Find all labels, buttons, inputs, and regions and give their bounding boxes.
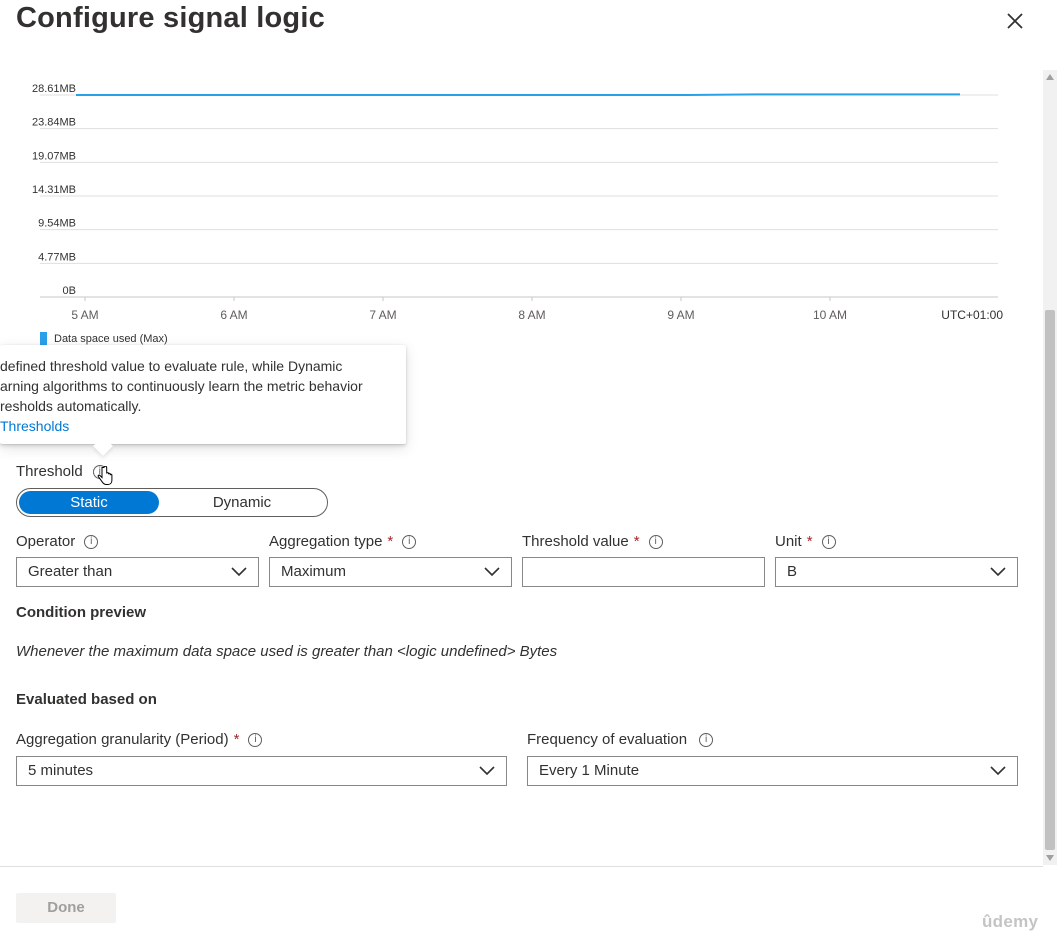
scroll-down-arrow-icon[interactable]: [1046, 855, 1054, 861]
thresholds-link[interactable]: Thresholds: [0, 418, 69, 434]
info-icon[interactable]: i: [648, 534, 663, 549]
threshold-value-label: Threshold value: [522, 533, 629, 550]
aggregation-type-label-row: Aggregation type * i: [269, 533, 417, 550]
series-line-data-space-used: [76, 93, 960, 96]
info-icon[interactable]: i: [402, 534, 417, 549]
x-tick-label: 5 AM: [71, 308, 98, 322]
panel-title: Configure signal logic: [16, 2, 325, 34]
legend-swatch: [40, 332, 47, 346]
y-tick-label: 9.54MB: [38, 218, 76, 230]
done-button[interactable]: Done: [16, 893, 116, 923]
x-tick-label: 6 AM: [220, 308, 247, 322]
chevron-down-icon: [484, 567, 500, 577]
unit-label: Unit: [775, 533, 802, 550]
frequency-value: Every 1 Minute: [539, 762, 640, 779]
dynamic-option[interactable]: Dynamic: [167, 491, 317, 514]
tooltip-line: resholds automatically.: [0, 398, 142, 414]
chevron-down-icon: [990, 567, 1006, 577]
y-tick-label: 19.07MB: [32, 150, 76, 162]
granularity-label-row: Aggregation granularity (Period) * i: [16, 731, 263, 748]
chevron-down-icon: [990, 766, 1006, 776]
unit-value: B: [787, 563, 798, 580]
frequency-label-row: Frequency of evaluation i: [527, 731, 714, 748]
threshold-info-tooltip: defined threshold value to evaluate rule…: [0, 345, 406, 456]
x-tick-label: 10 AM: [813, 308, 847, 322]
scrollbar-thumb[interactable]: [1045, 310, 1055, 850]
aggregation-type-label: Aggregation type: [269, 533, 383, 550]
x-tick-label: 7 AM: [369, 308, 396, 322]
threshold-label: Threshold: [16, 463, 83, 480]
required-asterisk: *: [806, 533, 813, 550]
evaluated-heading: Evaluated based on: [16, 691, 157, 708]
aggregation-type-value: Maximum: [281, 563, 347, 580]
chevron-down-icon: [231, 567, 247, 577]
tooltip-beak: [93, 436, 113, 456]
x-tick-label: 9 AM: [667, 308, 694, 322]
threshold-label-row: Threshold i: [16, 463, 107, 480]
threshold-type-toggle[interactable]: Static Dynamic: [16, 488, 328, 517]
frequency-label: Frequency of evaluation: [527, 731, 688, 748]
info-icon[interactable]: i: [248, 732, 263, 747]
granularity-label: Aggregation granularity (Period): [16, 731, 229, 748]
hand-cursor-icon: [97, 466, 113, 485]
info-icon[interactable]: i: [699, 732, 714, 747]
scroll-up-arrow-icon[interactable]: [1046, 74, 1054, 80]
info-icon[interactable]: i: [84, 534, 99, 549]
info-icon[interactable]: i: [821, 534, 836, 549]
operator-label-row: Operator i: [16, 533, 99, 550]
operator-dropdown[interactable]: Greater than: [16, 557, 259, 587]
legend-label: Data space used (Max): [54, 333, 168, 345]
aggregation-type-dropdown[interactable]: Maximum: [269, 557, 512, 587]
timezone-label: UTC+01:00: [941, 308, 1003, 322]
tooltip-line: arning algorithms to continuously learn …: [0, 378, 363, 394]
required-asterisk: *: [633, 533, 640, 550]
y-tick-label: 23.84MB: [32, 117, 76, 129]
metric-chart: 28.61MB 23.84MB 19.07MB 14.31MB 9.54MB 4.77MB…: [0, 60, 1040, 360]
tooltip-line: defined threshold value to evaluate rule…: [0, 358, 343, 374]
y-tick-label: 14.31MB: [32, 184, 76, 196]
granularity-dropdown[interactable]: 5 minutes: [16, 756, 507, 786]
condition-preview-text: Whenever the maximum data space used is …: [16, 643, 558, 660]
required-asterisk: *: [233, 731, 240, 748]
udemy-watermark: ûdemy: [982, 912, 1039, 931]
unit-label-row: Unit * i: [775, 533, 836, 550]
frequency-dropdown[interactable]: Every 1 Minute: [527, 756, 1018, 786]
threshold-value-input[interactable]: [522, 557, 765, 587]
footer-divider: [0, 866, 1043, 867]
threshold-value-label-row: Threshold value * i: [522, 533, 663, 550]
y-tick-label: 28.61MB: [32, 83, 76, 95]
granularity-value: 5 minutes: [28, 762, 94, 779]
operator-value: Greater than: [28, 563, 113, 580]
close-icon[interactable]: [1002, 8, 1028, 34]
chevron-down-icon: [479, 766, 495, 776]
unit-dropdown[interactable]: B: [775, 557, 1018, 587]
required-asterisk: *: [387, 533, 394, 550]
y-tick-label: 0B: [63, 285, 76, 297]
condition-preview-heading: Condition preview: [16, 604, 147, 621]
x-tick-label: 8 AM: [518, 308, 545, 322]
vertical-scrollbar[interactable]: [1043, 70, 1057, 865]
chart-svg: 28.61MB 23.84MB 19.07MB 14.31MB 9.54MB 4.77MB…: [32, 83, 1003, 322]
static-option[interactable]: Static: [19, 491, 159, 514]
y-tick-label: 4.77MB: [38, 251, 76, 263]
operator-label: Operator: [16, 533, 76, 550]
